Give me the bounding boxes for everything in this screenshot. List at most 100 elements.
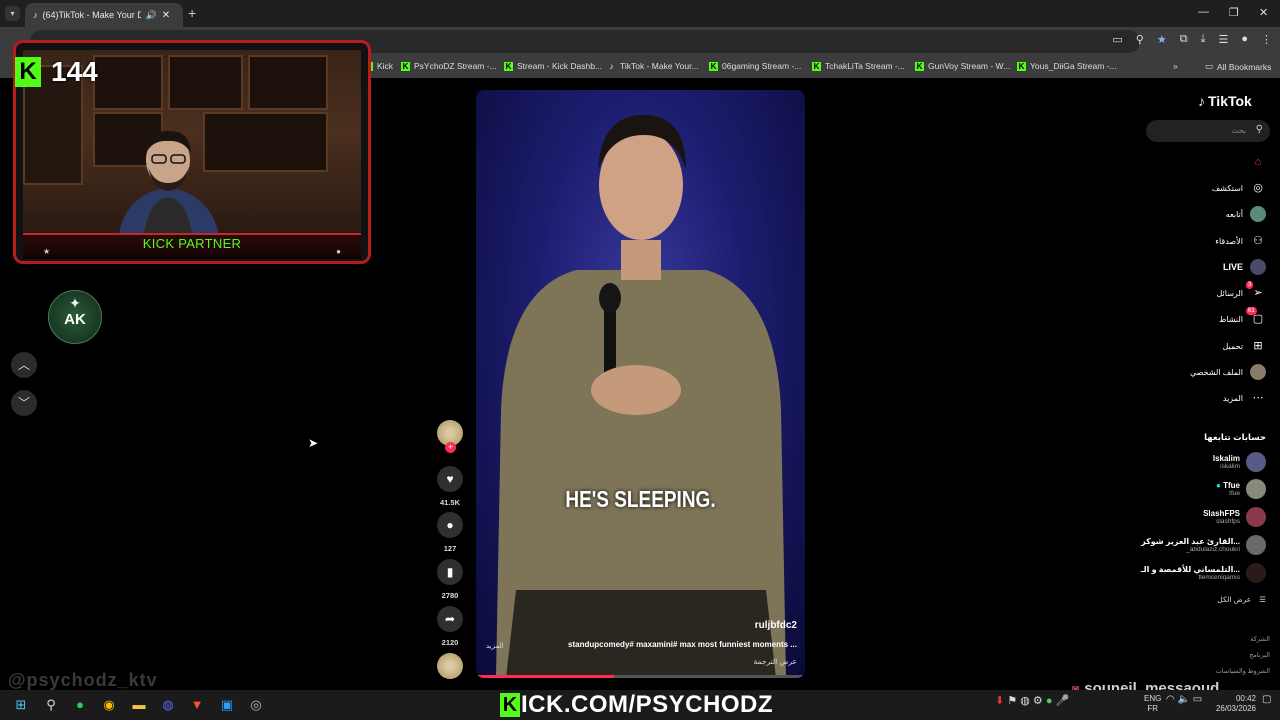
bookmark-item[interactable]: K Stream - Kick Dashb... — [504, 61, 602, 71]
nav-more[interactable]: المزيد ⋯ — [1223, 390, 1266, 406]
discord-icon[interactable]: ◍ — [159, 696, 177, 714]
comment-button[interactable]: ● 127 — [437, 512, 463, 553]
tray-app-icon[interactable]: ⚙ — [1033, 695, 1043, 707]
tray-app-icon[interactable]: ◍ — [1020, 695, 1030, 707]
notification-icon[interactable]: ▢ — [1262, 694, 1271, 705]
system-tray-icons[interactable]: ⬇ ⚑ ◍ ⚙ ● 🎤 — [995, 694, 1069, 707]
all-bookmarks[interactable]: ▭ All Bookmarks — [1205, 61, 1271, 72]
eagle-icon: ✦ — [69, 295, 81, 311]
toolbar-icons: ▭ ⚲ ★ ⧉ ⤓ ☰ ● ⋮ — [1112, 33, 1272, 46]
brave-icon[interactable]: ▼ — [188, 696, 206, 714]
share-icon: ➦ — [437, 606, 463, 632]
star-icon: ★ — [43, 247, 51, 256]
spotify-icon[interactable]: ● — [71, 696, 89, 714]
show-translation-link[interactable]: عرض الترجمة — [753, 657, 797, 666]
account-avatar — [1246, 479, 1266, 499]
chrome-icon[interactable]: ◉ — [100, 696, 118, 714]
kick-icon: K — [504, 61, 513, 71]
following-account[interactable]: ● Tfue tfue — [1216, 479, 1266, 499]
account-avatar — [1246, 535, 1266, 555]
footer-link-company[interactable]: الشركة — [1216, 632, 1270, 648]
kick-url-banner: K ICK.COM/PSYCHODZ — [500, 691, 773, 719]
description-more-link[interactable]: المزيد — [486, 642, 504, 650]
nav-activity[interactable]: النشاط ▢ 61 — [1219, 307, 1266, 327]
profile-avatar-icon — [1250, 364, 1266, 380]
nav-live[interactable]: LIVE — [1223, 259, 1266, 275]
profile-icon[interactable]: ● — [1241, 33, 1248, 46]
minimize-icon[interactable]: — — [1198, 6, 1209, 18]
battery-icon: ▭ — [1192, 694, 1203, 705]
sound-avatar[interactable] — [437, 653, 463, 679]
close-window-icon[interactable]: ✕ — [1259, 6, 1268, 19]
nav-messages[interactable]: الرسائل ➢ 3 — [1217, 281, 1267, 301]
see-all-link[interactable]: عرض الكل ☰ — [1217, 595, 1266, 604]
language-indicator[interactable]: ENG FR — [1144, 694, 1161, 714]
video-author[interactable]: ruljbfdc2 — [755, 620, 797, 631]
app-icon[interactable]: ◎ — [247, 696, 265, 714]
clock[interactable]: 00:42 26/03/2026 — [1206, 694, 1256, 714]
following-account[interactable]: القارئ عبد العزيز شوكر... _abdulaziz.chou… — [1141, 535, 1266, 555]
bookmarks-overflow-icon[interactable]: » — [1173, 61, 1178, 71]
bookmark-item[interactable]: K GunVoy Stream - W... — [915, 61, 1010, 71]
bookmark-item[interactable]: K Yous_DiiGa Stream -... — [1017, 61, 1117, 71]
speaker-icon[interactable]: 🔊 — [146, 10, 157, 21]
previous-video-button[interactable]: ︿ — [11, 352, 37, 378]
download-icon[interactable]: ⤓ — [1201, 33, 1206, 46]
following-account[interactable]: Iskalim iskalim — [1213, 452, 1266, 472]
bookmark-item[interactable]: K PsYchoDZ Stream -... — [401, 61, 497, 71]
photos-icon[interactable]: ▣ — [218, 696, 236, 714]
list-icon: ☰ — [1259, 595, 1266, 604]
streamer-figure — [118, 130, 219, 235]
nav-following[interactable]: أتابعه — [1226, 206, 1266, 222]
zoom-icon[interactable]: ⚲ — [1136, 33, 1144, 46]
file-explorer-icon[interactable]: ▬ — [130, 696, 148, 714]
video-progress-bar[interactable] — [476, 675, 805, 678]
video-player[interactable]: HE'S SLEEPING. ruljbfdc2 standupcomedy# … — [476, 90, 805, 678]
search-icon[interactable]: ⚲ — [42, 696, 60, 714]
save-button[interactable]: ▮ 2780 — [437, 559, 463, 600]
bookmark-star-icon[interactable]: ★ — [1157, 33, 1167, 46]
mic-icon[interactable]: 🎤 — [1056, 695, 1070, 707]
search-input[interactable]: بحث ⚲ — [1146, 120, 1270, 142]
nav-home[interactable]: ⌂ — [1243, 154, 1266, 170]
tab-search-button[interactable]: ▾ — [5, 6, 20, 21]
windows-start-icon[interactable]: ⊞ — [12, 696, 30, 714]
tiktok-logo[interactable]: ♪ TikTok — [1198, 93, 1252, 109]
bookmark-item[interactable]: K 06gaming Stream -... — [709, 61, 801, 71]
video-frame — [496, 115, 786, 678]
following-account[interactable]: SlashFPS slashfps — [1203, 507, 1266, 527]
bookmark-item[interactable]: ♪ TikTok - Make Your... — [607, 61, 699, 71]
menu-icon[interactable]: ⋮ — [1261, 33, 1272, 46]
share-button[interactable]: ➦ 2120 — [437, 606, 463, 647]
search-icon[interactable]: ⚲ — [1256, 124, 1263, 135]
tray-app-icon[interactable]: ⚑ — [1007, 695, 1017, 707]
next-video-button[interactable]: ﹀ — [11, 390, 37, 416]
extensions-icon[interactable]: ⧉ — [1180, 33, 1188, 46]
nav-friends[interactable]: الأصدقاء ⚇ — [1215, 233, 1266, 249]
ak-emblem-logo: ✦ AK — [48, 290, 102, 344]
network-volume-icons[interactable]: ◠ 🔈 ▭ — [1166, 694, 1202, 705]
tray-app-icon[interactable]: ⬇ — [995, 695, 1004, 707]
user-icon: ● — [336, 247, 341, 256]
footer-link-terms[interactable]: الشروط والسياسات — [1216, 664, 1270, 680]
nav-explore[interactable]: استكشف ◎ — [1212, 180, 1266, 196]
tab-tiktok[interactable]: ♪ (64)TikTok - Make Your Day 🔊 ✕ — [25, 3, 183, 27]
kick-icon: K — [1017, 61, 1026, 71]
close-tab-icon[interactable]: ✕ — [162, 10, 170, 21]
like-button[interactable]: ♥ 41.5K — [437, 466, 463, 507]
video-progress-fill — [476, 675, 615, 678]
reading-list-icon[interactable]: ☰ — [1218, 33, 1228, 46]
footer-link-program[interactable]: البرنامج — [1216, 648, 1270, 664]
follow-plus-icon[interactable]: + — [445, 442, 456, 453]
bookmark-item[interactable]: K TchakLiTa Stream -... — [812, 61, 905, 71]
nav-profile[interactable]: الملف الشخصي — [1190, 364, 1266, 380]
folder-icon: ▭ — [1205, 61, 1214, 71]
new-tab-button[interactable]: + — [188, 5, 196, 21]
tray-app-icon[interactable]: ● — [1046, 695, 1053, 707]
author-avatar[interactable]: + — [437, 420, 463, 453]
following-account[interactable]: التلمساني للأقمصة و الـ... tlemceniqamis — [1141, 563, 1266, 583]
more-icon: ⋯ — [1252, 392, 1264, 404]
cast-icon[interactable]: ▭ — [1112, 33, 1122, 46]
nav-upload[interactable]: تحميل ⊞ — [1223, 338, 1267, 354]
maximize-icon[interactable]: ❐ — [1229, 6, 1239, 19]
